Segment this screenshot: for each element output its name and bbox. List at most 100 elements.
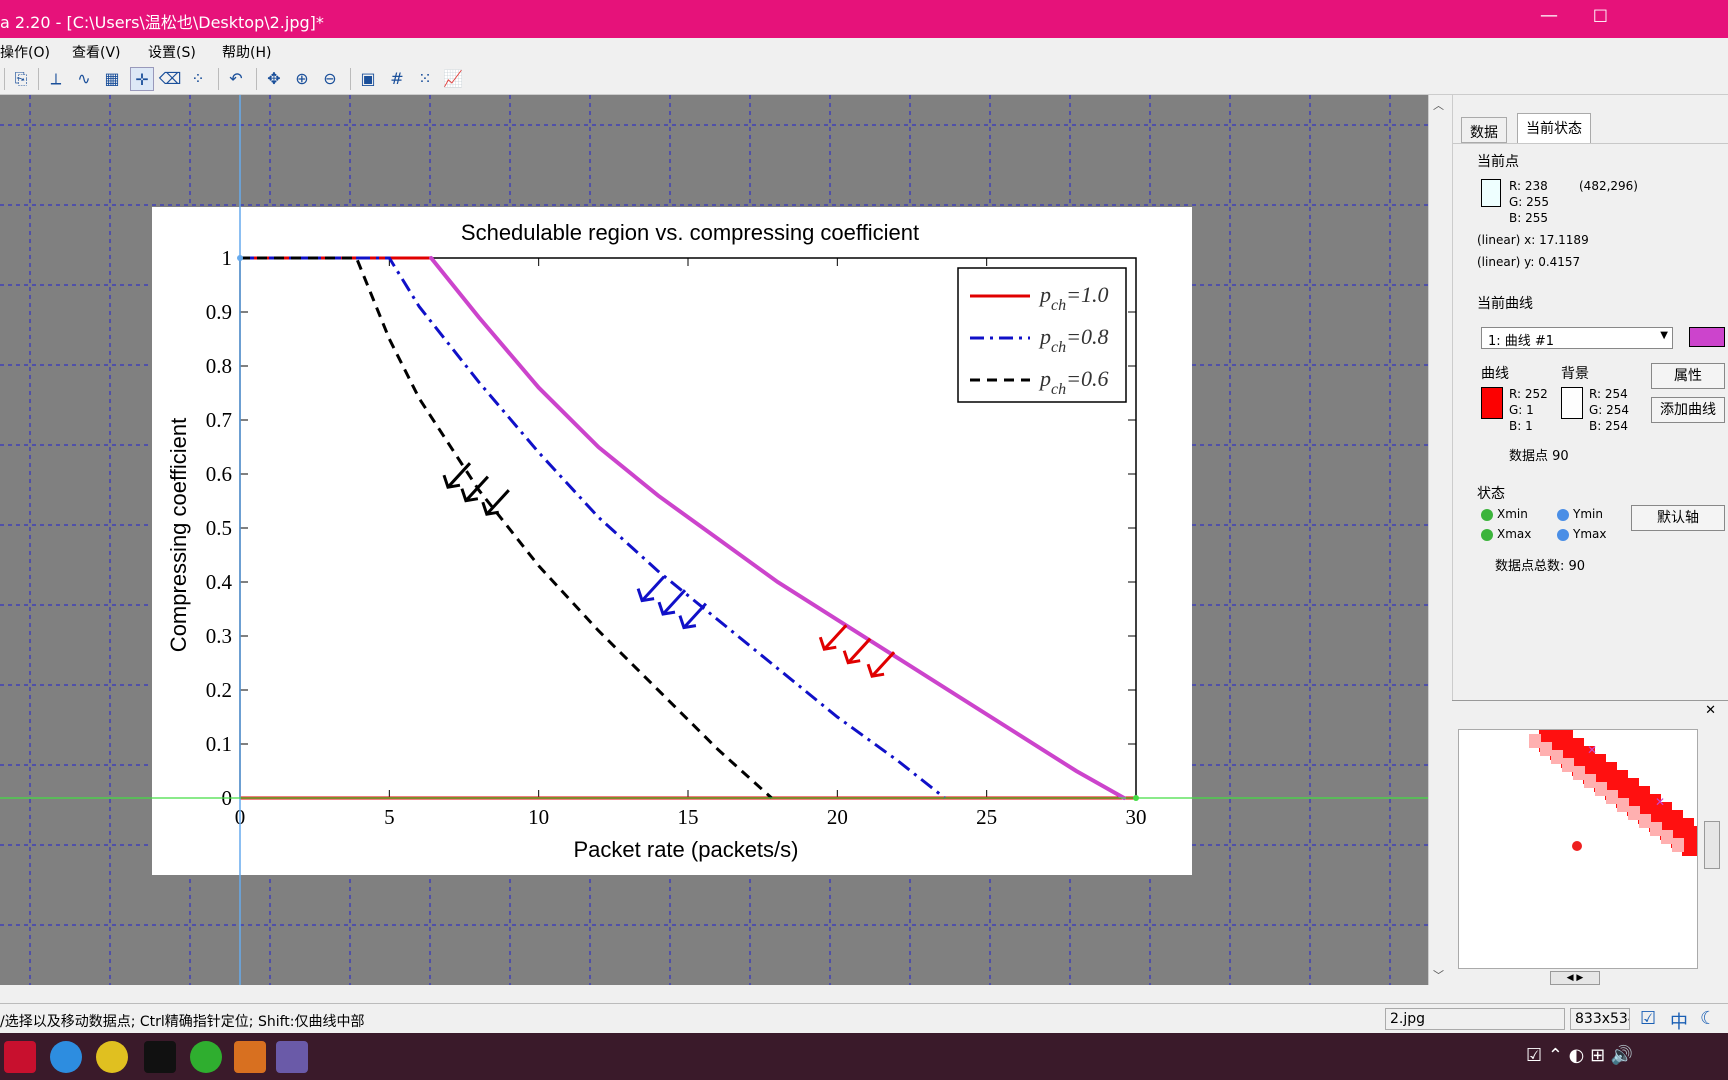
x-tick-label: 20 <box>827 805 848 829</box>
taskbar: ☑ ⌃ ◐ ⊞ 🔊 <box>0 1033 1728 1080</box>
background-color-label: 背景 <box>1561 366 1589 382</box>
eraser-icon[interactable]: ⌫ <box>158 67 182 91</box>
default-axis-button[interactable]: 默认轴 <box>1631 505 1725 531</box>
crosshair-icon[interactable]: ✛ <box>130 67 154 91</box>
y-tick-label: 0.1 <box>206 732 232 756</box>
magnifier-horizontal-scroll[interactable]: ◀ ▶ <box>1550 971 1600 985</box>
status-hint: /选择以及移动数据点; Ctrl精确指针定位; Shift:仅曲线中部 <box>0 1014 365 1030</box>
y-tick-label: 0.3 <box>206 624 232 648</box>
curve-b: B: 1 <box>1509 419 1533 433</box>
bg-r: R: 254 <box>1589 387 1628 401</box>
xmax-status-icon <box>1481 529 1493 541</box>
minimize-button[interactable]: — <box>1540 5 1558 26</box>
undo-icon[interactable]: ↶ <box>224 67 248 91</box>
curve-select[interactable]: 1: 曲线 #1 ▼ <box>1481 327 1673 349</box>
image-icon[interactable]: ▣ <box>356 67 380 91</box>
points-icon[interactable]: ⁘ <box>186 67 210 91</box>
point-g: G: 255 <box>1509 195 1550 209</box>
y-axis-label: Compressing coefficient <box>166 418 191 652</box>
curve-select-value: 1: 曲线 #1 <box>1488 334 1555 349</box>
vertical-scrollbar[interactable]: ︿ ﹀ <box>1428 95 1448 985</box>
ymin-label: Ymin <box>1573 507 1603 521</box>
qq-icon[interactable] <box>144 1041 176 1073</box>
status-title: 状态 <box>1477 486 1505 502</box>
horizontal-scrollbar[interactable] <box>0 985 1448 1003</box>
xmax-marker <box>1133 795 1139 801</box>
axis-icon[interactable]: ⟂ <box>44 67 68 91</box>
point-pixel-coords: (482,296) <box>1579 179 1638 193</box>
app-icon[interactable] <box>96 1041 128 1073</box>
tab-current-state[interactable]: 当前状态 <box>1517 113 1591 143</box>
scatter-icon[interactable]: ⁙ <box>413 67 437 91</box>
magnified-pixel-edge <box>1540 742 1552 756</box>
menu-operate[interactable]: 操作(O) <box>0 42 50 62</box>
curve-color-swatch[interactable] <box>1689 327 1725 347</box>
youdao-icon[interactable] <box>4 1041 36 1073</box>
x-axis-label: Packet rate (packets/s) <box>574 837 799 862</box>
y-tick-label: 0.4 <box>206 570 233 594</box>
ymax-status-icon <box>1557 529 1569 541</box>
x-tick-label: 30 <box>1126 805 1147 829</box>
magnified-pixel <box>1682 834 1697 856</box>
menu-settings[interactable]: 设置(S) <box>148 42 196 62</box>
x-tick-label: 15 <box>678 805 699 829</box>
magnified-pixel-edge <box>1529 734 1541 748</box>
zoom-out-icon[interactable]: ⊖ <box>318 67 342 91</box>
curve-color-label: 曲线 <box>1481 366 1509 382</box>
status-file: 2.jpg <box>1385 1008 1565 1030</box>
xmin-status-icon <box>1481 509 1493 521</box>
ime-chinese-label[interactable]: 中 <box>1670 1008 1688 1034</box>
zoom-in-icon[interactable]: ⊕ <box>290 67 314 91</box>
window-title: a 2.20 - [C:\Users\温松也\Desktop\2.jpg]* <box>0 13 324 32</box>
ymax-marker <box>237 255 243 261</box>
curve-g: G: 1 <box>1509 403 1534 417</box>
close-icon[interactable]: ✕ <box>1705 703 1716 718</box>
maximize-button[interactable]: □ <box>1593 5 1608 24</box>
menu-bar: 操作(O) 查看(V) 设置(S) 帮助(H) <box>0 38 1728 63</box>
wechat-icon[interactable] <box>190 1041 222 1073</box>
magnifier-vertical-scroll[interactable] <box>1704 821 1720 869</box>
point-r: R: 238 <box>1509 179 1548 193</box>
magnified-pixel-edge <box>1551 750 1563 764</box>
magnified-pixel-edge <box>1584 774 1596 788</box>
xmin-label: Xmin <box>1497 507 1528 521</box>
getdata-icon[interactable] <box>276 1041 308 1073</box>
copy-icon[interactable]: ⎘ <box>9 67 33 91</box>
move-icon[interactable]: ✥ <box>262 67 286 91</box>
tray-icon[interactable]: ☑ ⌃ ◐ ⊞ 🔊 <box>1526 1045 1633 1066</box>
scroll-up-icon[interactable]: ︿ <box>1433 97 1444 113</box>
magnified-pixel-edge <box>1650 822 1662 836</box>
status-panel: 数据 当前状态 当前点 R: 238 G: 255 B: 255 (482,29… <box>1452 95 1728 700</box>
y-tick-label: 0.6 <box>206 462 232 486</box>
y-tick-label: 0.8 <box>206 354 232 378</box>
curve-icon[interactable]: ∿ <box>72 67 96 91</box>
point-x-value: (linear) x: 17.1189 <box>1477 233 1589 247</box>
scroll-down-icon[interactable]: ﹀ <box>1433 967 1444 983</box>
ime-moon-icon[interactable]: ☾ <box>1700 1008 1716 1029</box>
chrome-icon[interactable] <box>50 1041 82 1073</box>
mag-point-marker: ✕ <box>1655 795 1665 809</box>
digitizer-canvas[interactable]: 05101520253000.10.20.30.40.50.60.70.80.9… <box>0 95 1428 985</box>
grid-fill-icon[interactable]: ▦ <box>100 67 124 91</box>
grid-icon[interactable]: # <box>385 67 409 91</box>
ymax-label: Ymax <box>1573 527 1607 541</box>
ime-icon[interactable]: ☑ <box>1640 1008 1656 1029</box>
bg-b: B: 254 <box>1589 419 1628 433</box>
toolbar: ⎘ ⟂ ∿ ▦ ✛ ⌫ ⁘ ↶ ✥ ⊕ ⊖ ▣ # ⁙ 📈 <box>0 63 1728 95</box>
matlab-icon[interactable] <box>234 1041 266 1073</box>
menu-help[interactable]: 帮助(H) <box>222 42 271 62</box>
total-points: 数据点总数: 90 <box>1495 559 1586 574</box>
y-tick-label: 0.2 <box>206 678 232 702</box>
chart-icon[interactable]: 📈 <box>441 67 465 91</box>
status-bar: /选择以及移动数据点; Ctrl精确指针定位; Shift:仅曲线中部 2.jp… <box>0 1003 1728 1033</box>
point-y-value: (linear) y: 0.4157 <box>1477 255 1581 269</box>
menu-view[interactable]: 查看(V) <box>72 42 121 62</box>
current-point-title: 当前点 <box>1477 154 1519 170</box>
tab-data[interactable]: 数据 <box>1461 117 1507 143</box>
canvas-svg[interactable]: 05101520253000.10.20.30.40.50.60.70.80.9… <box>0 95 1428 985</box>
properties-button[interactable]: 属性 <box>1651 363 1725 389</box>
point-b: B: 255 <box>1509 211 1548 225</box>
add-curve-button[interactable]: 添加曲线 <box>1651 397 1725 423</box>
bg-g: G: 254 <box>1589 403 1630 417</box>
magnified-pixel-edge <box>1672 838 1684 852</box>
